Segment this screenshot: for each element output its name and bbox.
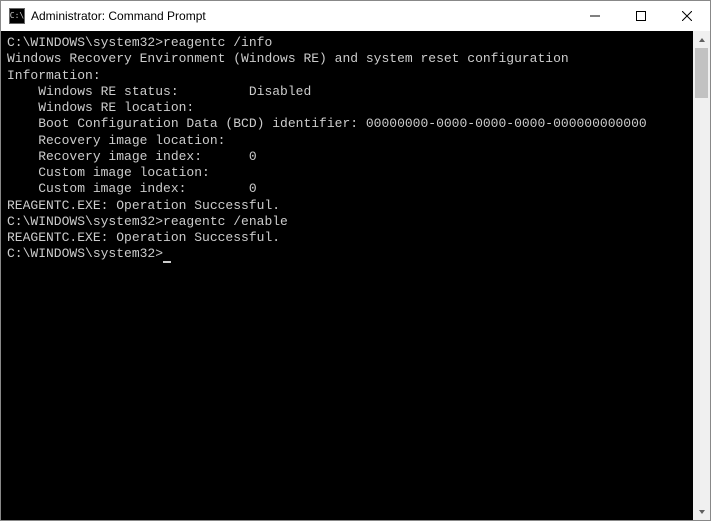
maximize-button[interactable] — [618, 1, 664, 31]
terminal-line: C:\WINDOWS\system32> — [7, 246, 687, 262]
scrollbar-thumb[interactable] — [695, 48, 708, 98]
minimize-button[interactable] — [572, 1, 618, 31]
terminal-line: REAGENTC.EXE: Operation Successful. — [7, 230, 687, 246]
command-prompt-window: C:\ Administrator: Command Prompt C:\WIN… — [0, 0, 711, 521]
maximize-icon — [636, 11, 646, 21]
terminal-line: Windows Recovery Environment (Windows RE… — [7, 51, 687, 67]
window-controls — [572, 1, 710, 31]
cmd-icon: C:\ — [9, 8, 25, 24]
terminal-line: Boot Configuration Data (BCD) identifier… — [7, 116, 687, 132]
terminal-line: Information: — [7, 68, 687, 84]
command-text: reagentc /info — [163, 35, 272, 50]
scrollbar-up-button[interactable] — [693, 31, 710, 48]
close-button[interactable] — [664, 1, 710, 31]
close-icon — [682, 11, 692, 21]
terminal-line: Custom image location: — [7, 165, 687, 181]
minimize-icon — [590, 11, 600, 21]
terminal-line: Recovery image index: 0 — [7, 149, 687, 165]
terminal-line: Windows RE status: Disabled — [7, 84, 687, 100]
scrollbar-down-button[interactable] — [693, 503, 710, 520]
terminal-line: Windows RE location: — [7, 100, 687, 116]
chevron-up-icon — [698, 36, 706, 44]
terminal-line: C:\WINDOWS\system32>reagentc /enable — [7, 214, 687, 230]
prompt-text: C:\WINDOWS\system32> — [7, 35, 163, 50]
titlebar[interactable]: C:\ Administrator: Command Prompt — [1, 1, 710, 31]
scrollbar-track[interactable] — [693, 48, 710, 503]
terminal-output[interactable]: C:\WINDOWS\system32>reagentc /infoWindow… — [1, 31, 693, 520]
terminal-line: Custom image index: 0 — [7, 181, 687, 197]
terminal-line: REAGENTC.EXE: Operation Successful. — [7, 198, 687, 214]
command-text: reagentc /enable — [163, 214, 288, 229]
prompt-text: C:\WINDOWS\system32> — [7, 246, 163, 261]
cursor — [163, 261, 171, 263]
vertical-scrollbar[interactable] — [693, 31, 710, 520]
content-area: C:\WINDOWS\system32>reagentc /infoWindow… — [1, 31, 710, 520]
chevron-down-icon — [698, 508, 706, 516]
prompt-text: C:\WINDOWS\system32> — [7, 214, 163, 229]
terminal-line: Recovery image location: — [7, 133, 687, 149]
terminal-line: C:\WINDOWS\system32>reagentc /info — [7, 35, 687, 51]
window-title: Administrator: Command Prompt — [31, 9, 572, 23]
